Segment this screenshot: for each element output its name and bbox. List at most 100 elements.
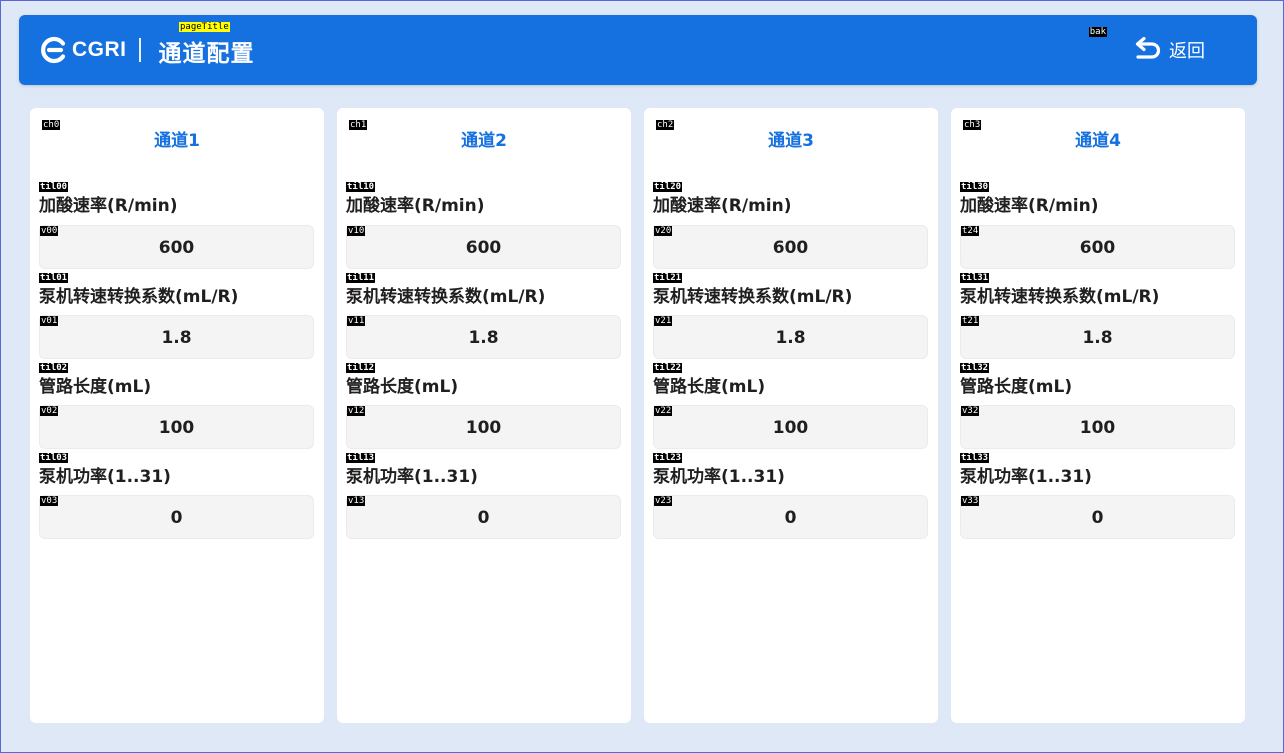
field-label-pump-power: til03 泵机功率(1..31) [39, 453, 171, 487]
acid-rate-input[interactable]: v20 600 [653, 225, 928, 269]
field-value: 100 [1079, 418, 1116, 438]
field-label-text: 加酸速率(R/min) [346, 196, 485, 216]
field-label-pump-power: til23 泵机功率(1..31) [653, 453, 785, 487]
field-label-text: 管路长度(mL) [960, 377, 1073, 397]
return-arrow-icon [1135, 37, 1161, 59]
field-label-acid-rate: til30 加酸速率(R/min) [960, 182, 1099, 216]
page-title-tag: pageTitle [179, 22, 230, 32]
pump-coefficient-input[interactable]: t21 1.8 [960, 315, 1235, 359]
channel-title: 通道2 [461, 131, 507, 151]
field-label-tag: til02 [39, 363, 69, 373]
field-label-acid-rate: til20 加酸速率(R/min) [653, 182, 792, 216]
field-label-tag: til31 [960, 273, 990, 283]
acid-rate-input[interactable]: v00 600 [39, 225, 314, 269]
pipe-length-input[interactable]: v32 100 [960, 405, 1235, 449]
field-value: 0 [477, 508, 490, 528]
page-title: 通道配置 [158, 41, 255, 67]
field-value: 600 [465, 238, 502, 258]
field-label-pump-power: til13 泵机功率(1..31) [346, 453, 478, 487]
field-value-tag: v11 [347, 316, 366, 326]
field-value-tag: v23 [654, 496, 673, 506]
field-value: 600 [158, 238, 195, 258]
field-label-pipe-length: til22 管路长度(mL) [653, 363, 766, 397]
field-label-text: 泵机功率(1..31) [346, 467, 478, 487]
channel-card-2: ch1 通道2 til10 加酸速率(R/min) v10 600 til11 … [337, 108, 631, 723]
field-label-text: 加酸速率(R/min) [653, 196, 792, 216]
app-frame: CGRI 通道配置 pageTitle bak 返回 ch0 通道1 til00… [0, 0, 1284, 753]
acid-rate-input[interactable]: v10 600 [346, 225, 621, 269]
field-label-text: 管路长度(mL) [653, 377, 766, 397]
field-label-text: 泵机转速转换系数(mL/R) [653, 287, 853, 307]
pump-coefficient-input[interactable]: v01 1.8 [39, 315, 314, 359]
field-value: 100 [465, 418, 502, 438]
channel-title: 通道3 [768, 131, 814, 151]
brand-logo: CGRI 通道配置 [39, 34, 255, 67]
field-value-tag: v21 [654, 316, 673, 326]
field-label-text: 泵机转速转换系数(mL/R) [346, 287, 546, 307]
channel-cards: ch0 通道1 til00 加酸速率(R/min) v00 600 til01 … [30, 108, 1245, 723]
field-value-tag: v22 [654, 406, 673, 416]
field-value-tag: v33 [961, 496, 980, 506]
channel-card-3: ch2 通道3 til20 加酸速率(R/min) v20 600 til21 … [644, 108, 938, 723]
field-label-tag: til13 [346, 453, 376, 463]
field-value: 100 [158, 418, 195, 438]
field-label-tag: til10 [346, 182, 376, 192]
field-value-tag: t24 [961, 226, 980, 236]
field-label-tag: til11 [346, 273, 376, 283]
pipe-length-input[interactable]: v22 100 [653, 405, 928, 449]
field-label-pump-power: til33 泵机功率(1..31) [960, 453, 1092, 487]
pump-power-input[interactable]: v23 0 [653, 495, 928, 539]
back-button-tag: bak [1088, 27, 1107, 37]
acid-rate-input[interactable]: t24 600 [960, 225, 1235, 269]
field-label-tag: til23 [653, 453, 683, 463]
pump-power-input[interactable]: v13 0 [346, 495, 621, 539]
field-label-text: 泵机功率(1..31) [39, 467, 171, 487]
field-value-tag: v02 [40, 406, 59, 416]
field-label-tag: til21 [653, 273, 683, 283]
field-value: 600 [772, 238, 809, 258]
field-value-tag: v03 [40, 496, 59, 506]
field-label-text: 管路长度(mL) [39, 377, 152, 397]
field-value: 100 [772, 418, 809, 438]
field-label-tag: til03 [39, 453, 69, 463]
field-label-text: 加酸速率(R/min) [960, 196, 1099, 216]
field-label-text: 管路长度(mL) [346, 377, 459, 397]
field-label-tag: til20 [653, 182, 683, 192]
channel-card-4: ch3 通道4 til30 加酸速率(R/min) t24 600 til31 … [951, 108, 1245, 723]
field-value: 0 [1091, 508, 1104, 528]
field-label-tag: til33 [960, 453, 990, 463]
header-bar: CGRI 通道配置 pageTitle bak 返回 [19, 15, 1257, 85]
field-value-tag: v00 [40, 226, 59, 236]
channel-title: 通道4 [1075, 131, 1121, 151]
field-value-tag: v20 [654, 226, 673, 236]
cgri-logo-icon [41, 36, 66, 64]
field-label-pipe-length: til02 管路长度(mL) [39, 363, 152, 397]
field-label-text: 加酸速率(R/min) [39, 196, 178, 216]
header-divider [138, 38, 141, 62]
back-button[interactable]: 返回 [1133, 34, 1205, 66]
field-value-tag: v13 [347, 496, 366, 506]
field-value-tag: v01 [40, 316, 59, 326]
field-label-pump-coefficient: til11 泵机转速转换系数(mL/R) [346, 273, 546, 307]
pump-coefficient-input[interactable]: v11 1.8 [346, 315, 621, 359]
field-label-pipe-length: til12 管路长度(mL) [346, 363, 459, 397]
field-value: 600 [1079, 238, 1116, 258]
field-value: 1.8 [775, 328, 806, 348]
pump-power-input[interactable]: v33 0 [960, 495, 1235, 539]
field-label-acid-rate: til10 加酸速率(R/min) [346, 182, 485, 216]
field-value-tag: v12 [347, 406, 366, 416]
field-label-acid-rate: til00 加酸速率(R/min) [39, 182, 178, 216]
field-value-tag: v10 [347, 226, 366, 236]
field-value-tag: t21 [961, 316, 980, 326]
field-value: 0 [170, 508, 183, 528]
field-value: 1.8 [468, 328, 499, 348]
field-label-tag: til01 [39, 273, 69, 283]
pump-coefficient-input[interactable]: v21 1.8 [653, 315, 928, 359]
pump-power-input[interactable]: v03 0 [39, 495, 314, 539]
field-value: 0 [784, 508, 797, 528]
pipe-length-input[interactable]: v02 100 [39, 405, 314, 449]
field-label-pump-coefficient: til31 泵机转速转换系数(mL/R) [960, 273, 1159, 307]
pipe-length-input[interactable]: v12 100 [346, 405, 621, 449]
field-label-text: 泵机转速转换系数(mL/R) [39, 287, 239, 307]
channel-title: 通道1 [154, 131, 200, 151]
